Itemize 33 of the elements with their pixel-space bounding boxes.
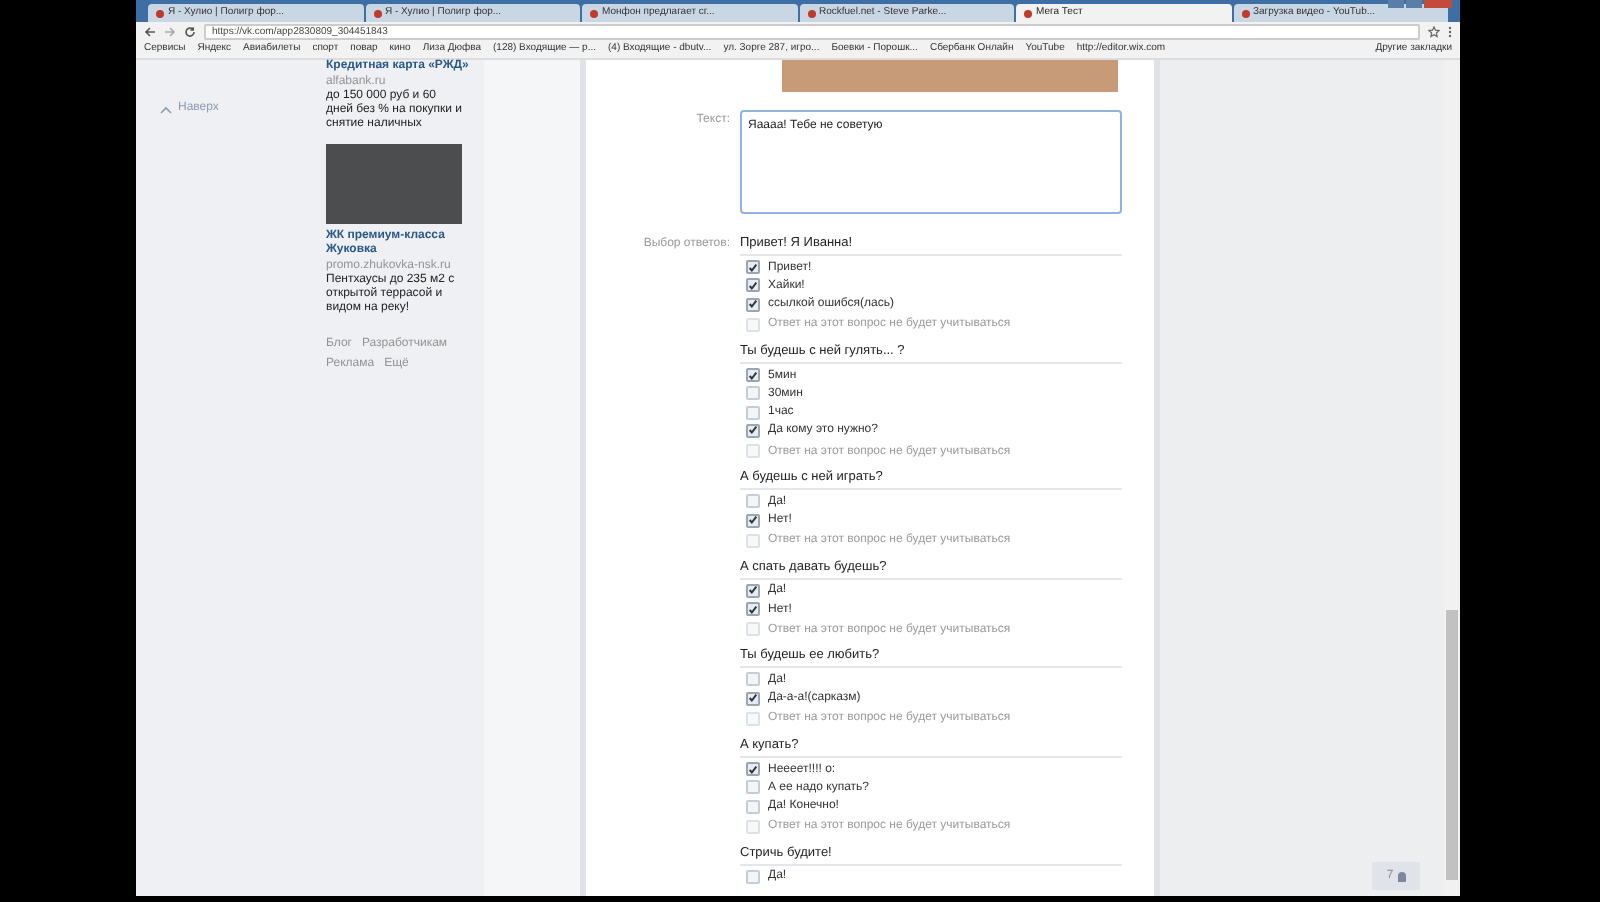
checkbox[interactable] — [746, 691, 760, 706]
chevron-up-icon[interactable] — [160, 105, 172, 113]
tab-favicon-icon — [1024, 9, 1032, 17]
check-icon — [748, 424, 758, 437]
forward-icon[interactable] — [164, 26, 176, 38]
star-icon[interactable] — [1428, 26, 1440, 38]
skip-checkbox[interactable] — [746, 819, 760, 834]
check-icon — [748, 763, 758, 775]
back-icon[interactable] — [144, 26, 156, 38]
check-icon — [748, 514, 758, 527]
skip-checkbox[interactable] — [746, 317, 760, 332]
skip-checkbox[interactable] — [746, 444, 760, 459]
checkbox[interactable] — [746, 583, 760, 598]
reload-icon[interactable] — [184, 26, 196, 38]
check-icon — [748, 692, 758, 705]
tab-favicon-icon — [373, 9, 381, 17]
tab-favicon-icon — [590, 9, 598, 17]
skip-checkbox[interactable] — [746, 533, 760, 548]
checkbox[interactable] — [746, 278, 760, 293]
checkbox[interactable] — [746, 423, 760, 438]
checkbox[interactable] — [746, 368, 760, 383]
skip-checkbox[interactable] — [746, 711, 760, 726]
checkbox[interactable] — [746, 260, 760, 275]
checkbox[interactable] — [746, 602, 760, 617]
checkbox[interactable] — [746, 297, 760, 312]
tab-favicon-icon — [807, 9, 815, 17]
window-controls-drawing — [1388, 0, 1452, 8]
checkbox[interactable] — [746, 762, 760, 776]
skip-checkbox[interactable] — [746, 622, 760, 637]
tab-favicon-icon — [156, 9, 164, 17]
check-icon — [748, 369, 758, 382]
checkbox[interactable] — [746, 513, 760, 528]
tab-favicon-icon — [1241, 9, 1249, 17]
